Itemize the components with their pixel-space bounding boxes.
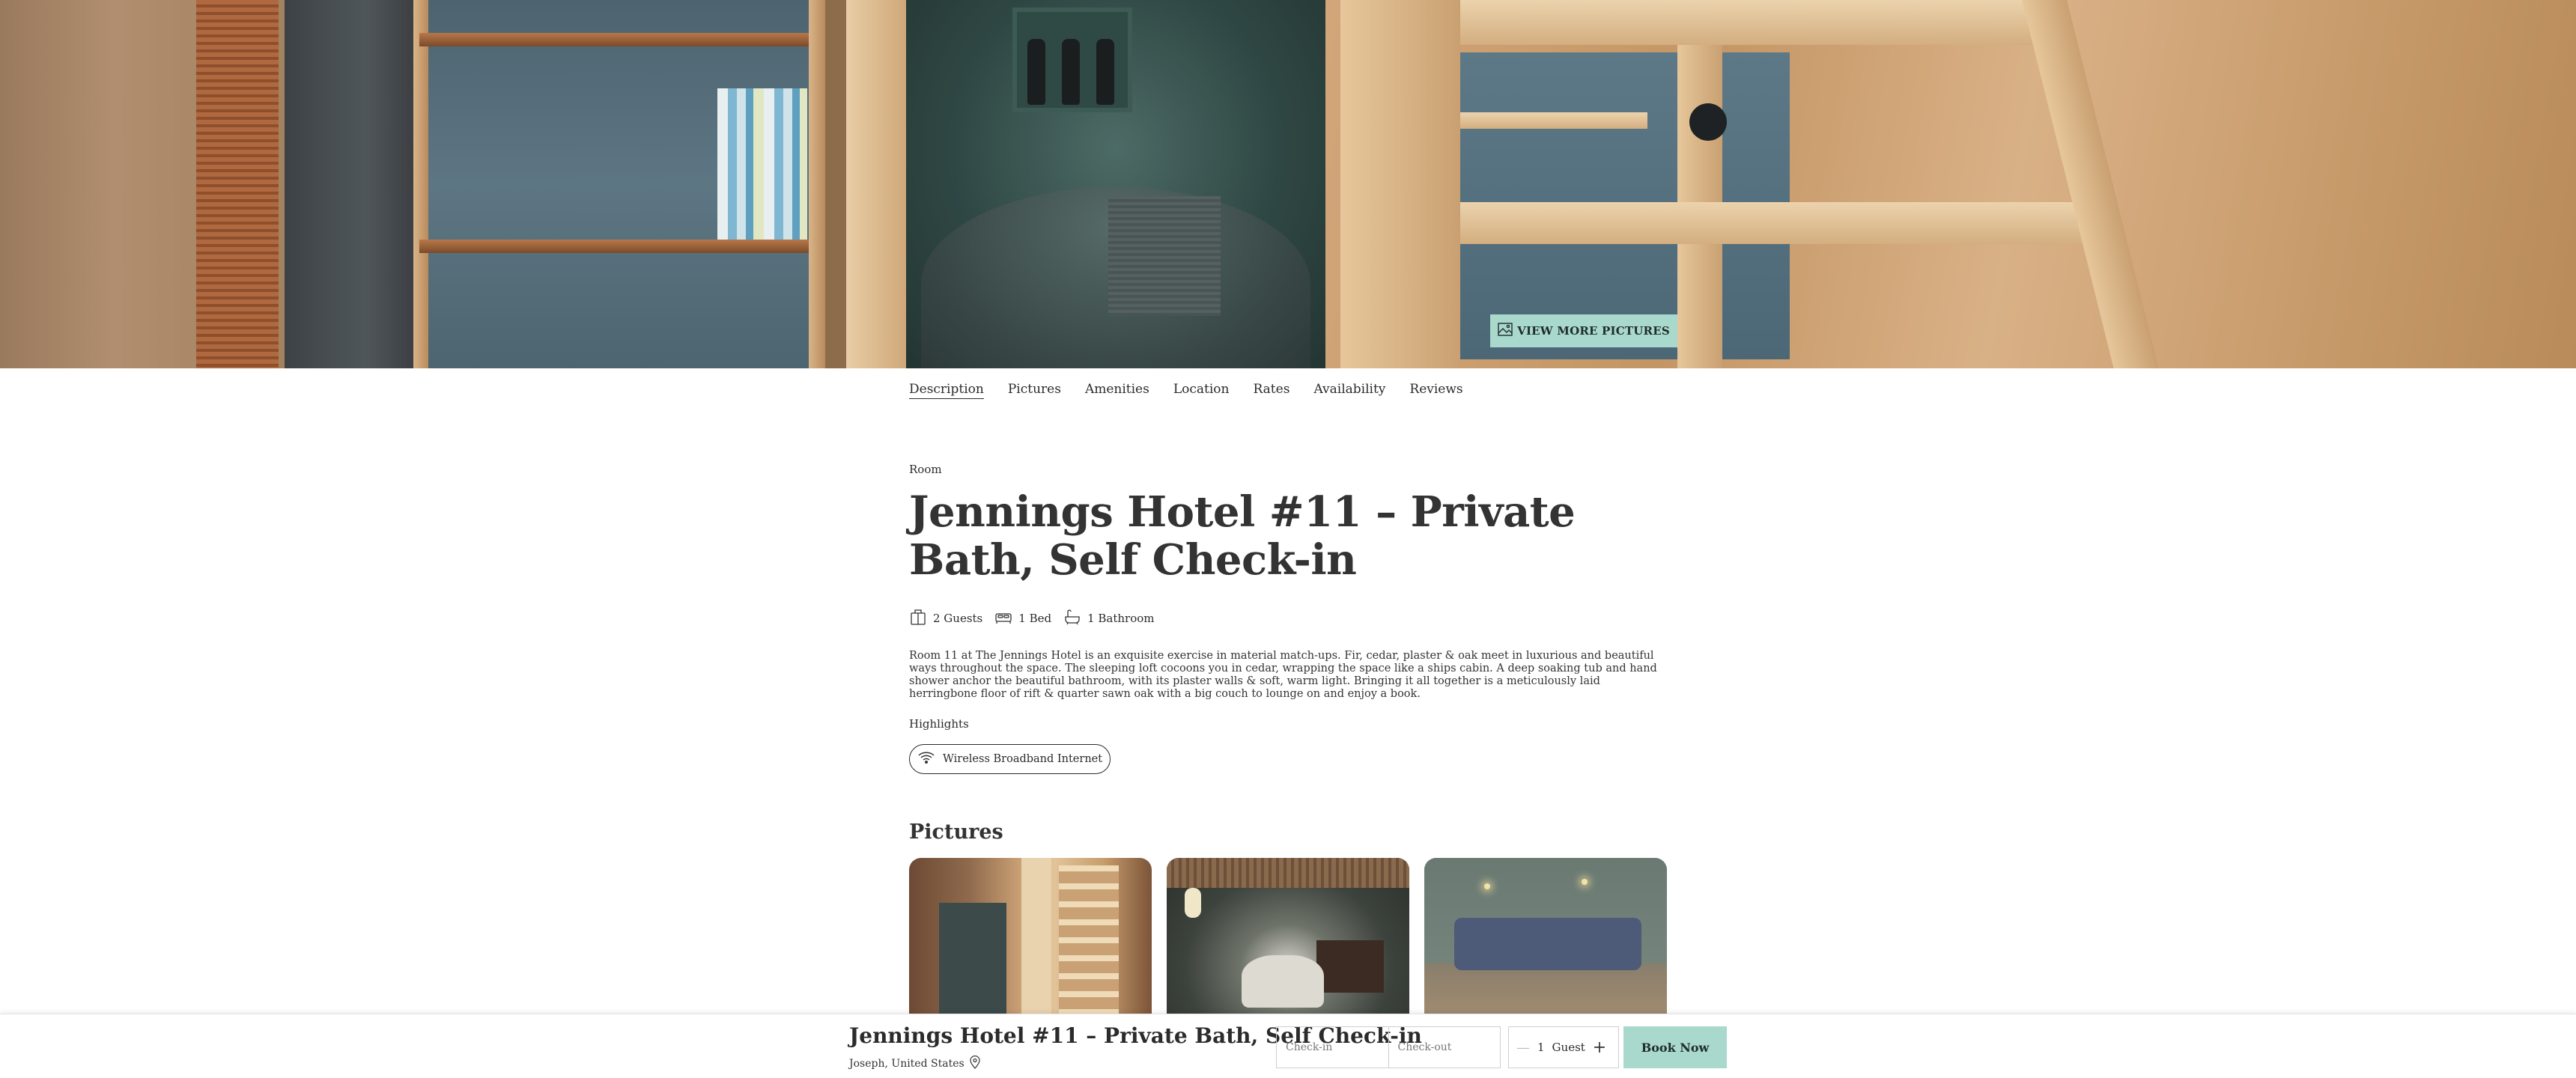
- picture-thumbnail[interactable]: [1167, 858, 1409, 1015]
- tab-pictures[interactable]: Pictures: [1008, 382, 1061, 399]
- highlights-label: Highlights: [909, 717, 969, 731]
- listing-title: Jennings Hotel #11 – Private Bath, Self …: [909, 487, 1576, 585]
- map-pin-icon[interactable]: [969, 1055, 981, 1072]
- bed-icon: [994, 608, 1012, 629]
- bathtub-icon: [1063, 608, 1081, 629]
- listing-specs: 2 Guests 1 Bed 1 Bathroom: [909, 608, 1668, 629]
- description-section: Room Jennings Hotel #11 – Private Bath, …: [909, 463, 1668, 774]
- guest-count: 1: [1537, 1041, 1545, 1054]
- hero-image: [0, 0, 2576, 368]
- picture-thumbnail[interactable]: [1424, 858, 1667, 1015]
- checkin-field[interactable]: Check-in: [1277, 1027, 1388, 1068]
- spec-bathroom: 1 Bathroom: [1063, 608, 1155, 629]
- view-more-pictures-button[interactable]: VIEW MORE PICTURES: [1490, 314, 1677, 347]
- guest-stepper: — 1 Guest +: [1508, 1026, 1619, 1068]
- spec-bathroom-label: 1 Bathroom: [1087, 612, 1155, 625]
- guest-label: Guest: [1552, 1041, 1585, 1054]
- wifi-icon: [917, 750, 935, 768]
- highlight-label: Wireless Broadband Internet: [943, 753, 1103, 765]
- image-icon: [1498, 323, 1513, 339]
- tab-availability[interactable]: Availability: [1313, 382, 1385, 399]
- section-nav: Description Pictures Amenities Location …: [909, 382, 1463, 399]
- booking-bar-location: Joseph, United States: [849, 1055, 981, 1072]
- pictures-heading: Pictures: [909, 820, 1003, 844]
- guests-icon: [909, 608, 927, 629]
- date-picker: Check-in Check-out: [1276, 1026, 1501, 1068]
- book-now-button[interactable]: Book Now: [1623, 1026, 1727, 1068]
- listing-description: Room 11 at The Jennings Hotel is an exqu…: [909, 650, 1657, 700]
- booking-bar: Jennings Hotel #11 – Private Bath, Self …: [0, 1014, 2576, 1078]
- picture-thumbnail[interactable]: [909, 858, 1152, 1015]
- tab-rates[interactable]: Rates: [1253, 382, 1289, 399]
- tab-location[interactable]: Location: [1173, 382, 1230, 399]
- spec-bed: 1 Bed: [994, 608, 1051, 629]
- checkout-field[interactable]: Check-out: [1388, 1027, 1501, 1068]
- view-more-label: VIEW MORE PICTURES: [1517, 324, 1670, 338]
- spec-guests-label: 2 Guests: [933, 612, 983, 625]
- listing-type: Room: [909, 463, 942, 476]
- plus-icon[interactable]: +: [1593, 1038, 1606, 1057]
- tab-reviews[interactable]: Reviews: [1409, 382, 1462, 399]
- tab-amenities[interactable]: Amenities: [1085, 382, 1149, 399]
- highlight-chip: Wireless Broadband Internet: [909, 744, 1111, 774]
- location-label: Joseph, United States: [849, 1058, 965, 1070]
- tab-description[interactable]: Description: [909, 382, 984, 399]
- spec-guests: 2 Guests: [909, 608, 982, 629]
- spec-bed-label: 1 Bed: [1018, 612, 1052, 625]
- minus-icon[interactable]: —: [1516, 1040, 1530, 1056]
